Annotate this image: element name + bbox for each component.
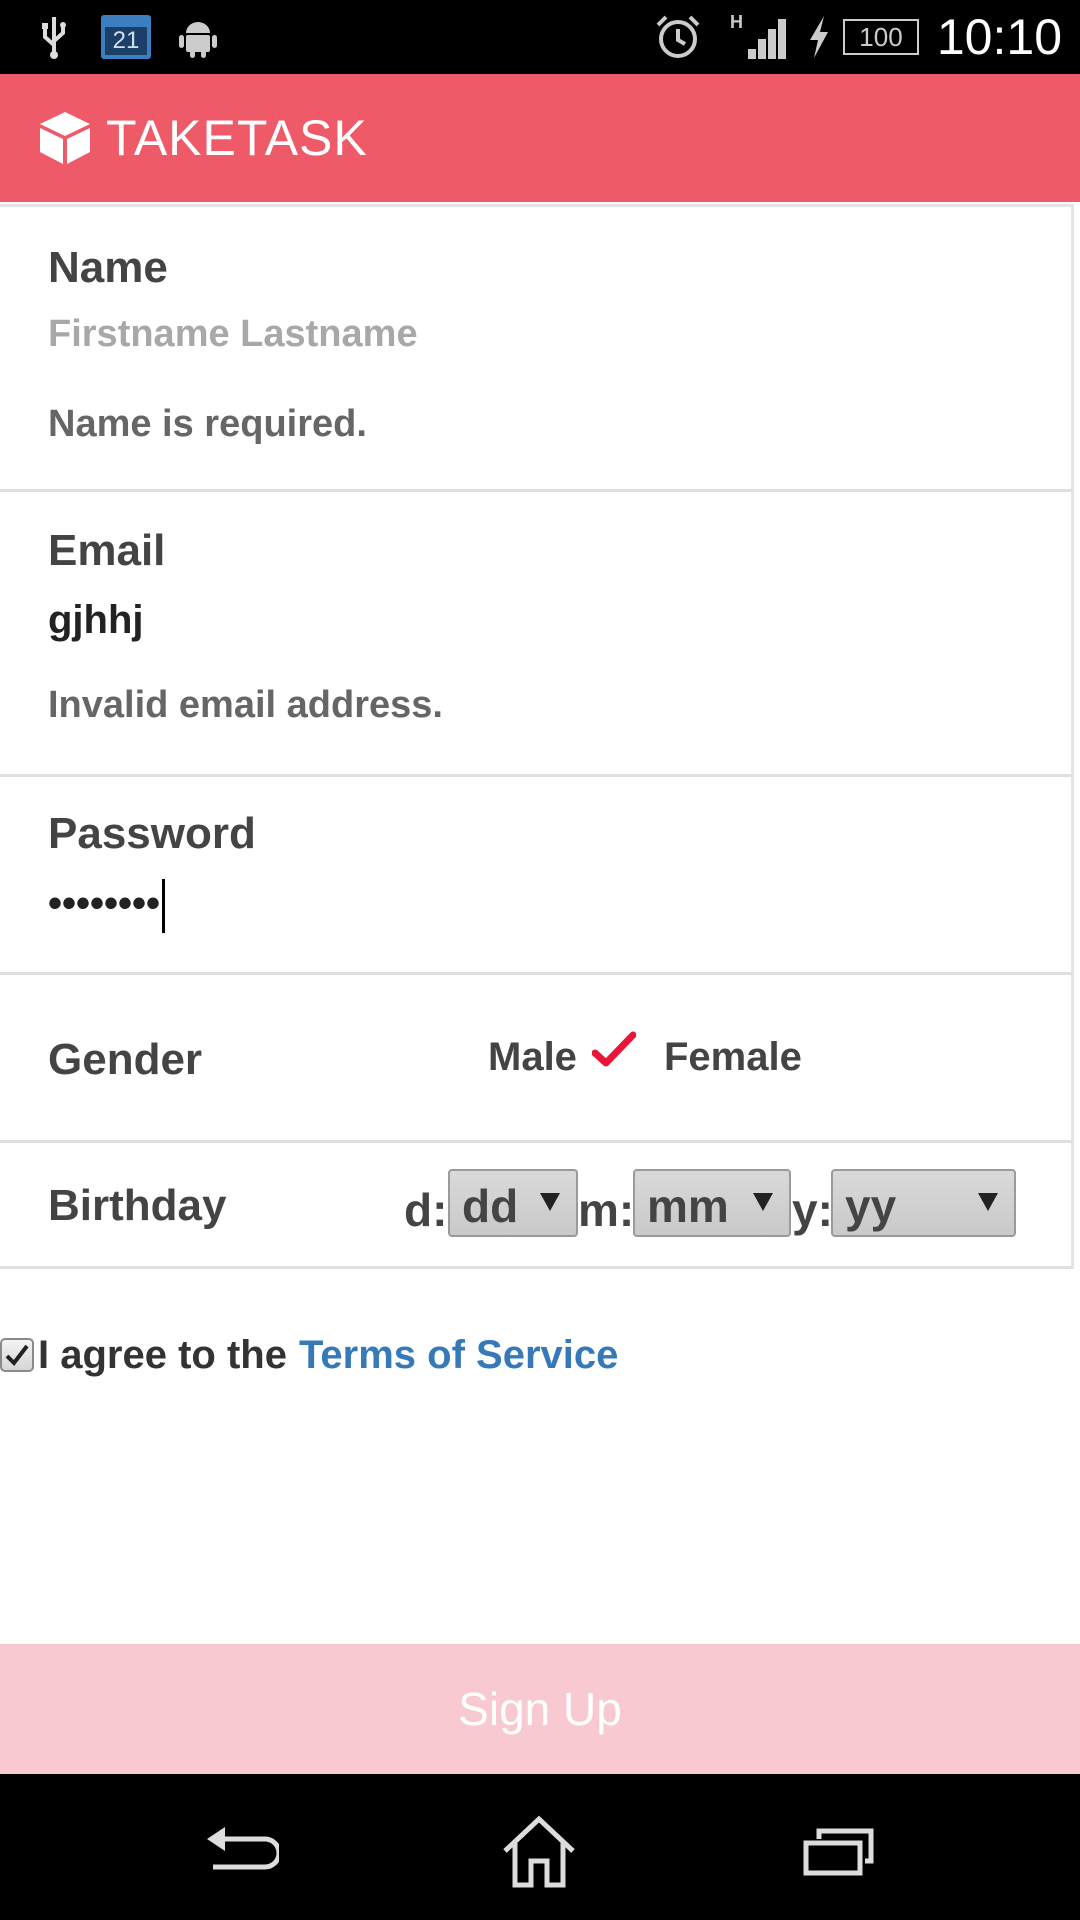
day-select[interactable]: dd [448,1169,578,1237]
home-icon[interactable] [494,1812,584,1892]
terms-checkbox[interactable] [0,1338,34,1372]
name-input[interactable]: Firstname Lastname [48,313,418,356]
app-title: TAKETASK [106,110,368,166]
network-type: H [730,12,743,32]
day-prefix: d: [404,1184,448,1236]
calendar-day: 21 [105,27,147,55]
month-prefix: m: [578,1184,635,1236]
name-label: Name [48,243,168,292]
birthday-label: Birthday [48,1181,227,1230]
navigation-bar [0,1774,1080,1920]
dropdown-arrow-icon [753,1193,773,1211]
checkmark-icon [591,1031,637,1071]
recent-apps-icon[interactable] [794,1812,884,1892]
password-input[interactable]: •••••••• [48,879,166,933]
email-input[interactable]: gjhhj [48,598,144,643]
back-icon[interactable] [196,1812,286,1892]
email-section: Email gjhhj Invalid email address. [0,492,1074,777]
month-select-value: mm [647,1180,729,1232]
day-select-value: dd [462,1180,519,1232]
gender-option-male[interactable]: Male [488,1035,577,1080]
year-select-value: yy [845,1180,897,1232]
battery-icon: 100 [840,12,922,62]
name-error: Name is required. [48,403,367,445]
signal-icon: H [730,12,792,62]
terms-row: I agree to the Terms of Service [0,1328,618,1382]
password-label: Password [48,809,256,858]
birthday-section: Birthday d: dd m: mm y: yy [0,1143,1074,1269]
android-icon [174,12,222,62]
email-label: Email [48,526,166,575]
calendar-icon: 21 [100,12,152,62]
text-cursor [162,879,166,933]
app-bar: TAKETASK [0,74,1080,202]
terms-of-service-link[interactable]: Terms of Service [299,1333,618,1378]
charging-icon [804,12,834,62]
terms-text: I agree to the [38,1332,287,1377]
gender-option-female[interactable]: Female [664,1035,802,1080]
password-masked-value: •••••••• [48,881,161,926]
dropdown-arrow-icon [540,1193,560,1211]
usb-icon [36,12,72,62]
gender-section: Gender Male Female [0,975,1074,1143]
name-section: Name Firstname Lastname Name is required… [0,204,1074,492]
battery-level: 100 [859,21,903,52]
month-select[interactable]: mm [633,1169,791,1237]
sign-up-button[interactable]: Sign Up [0,1644,1080,1774]
alarm-icon [652,12,704,62]
dropdown-arrow-icon [978,1193,998,1211]
year-select[interactable]: yy [831,1169,1016,1237]
status-bar: 21 H 100 10:10 [0,0,1080,74]
year-prefix: y: [792,1184,833,1236]
cube-icon [36,109,94,167]
password-section: Password •••••••• [0,777,1074,975]
gender-label: Gender [48,1035,203,1084]
email-error: Invalid email address. [48,684,443,726]
checkmark-icon [5,1344,29,1367]
clock: 10:10 [936,9,1062,65]
